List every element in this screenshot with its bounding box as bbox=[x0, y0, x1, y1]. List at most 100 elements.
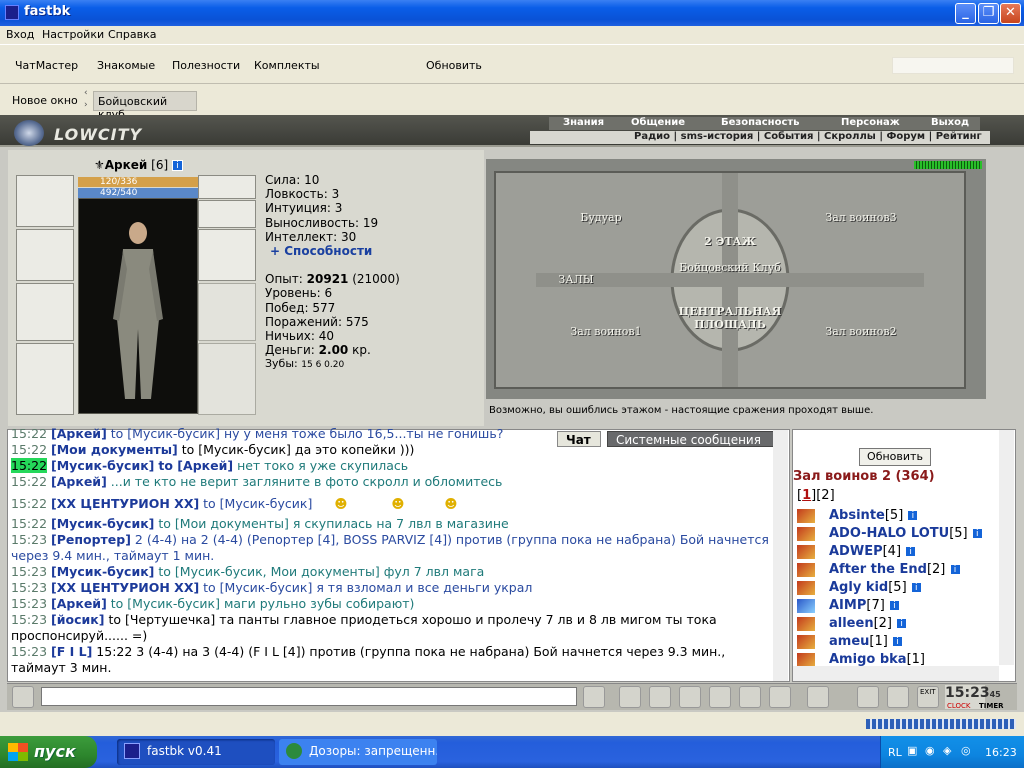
minimize-button[interactable]: _ bbox=[955, 3, 976, 24]
slot-shield[interactable] bbox=[198, 283, 256, 341]
map-room-hall2[interactable]: Зал воинов2 bbox=[806, 325, 916, 338]
slot-rings[interactable] bbox=[198, 200, 256, 228]
app-icon bbox=[5, 5, 19, 20]
nav-knowledge[interactable]: Знания bbox=[563, 117, 604, 128]
slot-earrings[interactable] bbox=[198, 175, 256, 199]
user-list-item[interactable]: ADWEP[4] i bbox=[797, 544, 917, 562]
user-list-item[interactable]: Amigo bka[1] bbox=[797, 652, 925, 666]
exit-icon[interactable]: EXIT bbox=[917, 686, 939, 708]
slot-gloves[interactable] bbox=[16, 229, 74, 281]
nav-security[interactable]: Безопасность bbox=[721, 117, 800, 128]
chat-message: 15:22 [Аркей] ...и те кто не верит загля… bbox=[11, 474, 503, 489]
toolbar-chatmaster[interactable]: ЧатМастер bbox=[15, 59, 78, 72]
users-hscrollbar[interactable] bbox=[793, 666, 999, 681]
chat-scrollbar[interactable] bbox=[773, 430, 788, 681]
user-list-item[interactable]: Absinte[5] i bbox=[797, 508, 919, 526]
attack-icon bbox=[797, 580, 815, 595]
attack-icon bbox=[797, 544, 815, 559]
stat-teeth: Зубы: 15 6 0.20 bbox=[265, 357, 345, 371]
menu-help[interactable]: Справка bbox=[108, 28, 156, 41]
translit-icon[interactable] bbox=[739, 686, 761, 708]
map-room-hall3[interactable]: Зал воинов3 bbox=[806, 211, 916, 224]
slot-amulet[interactable] bbox=[16, 175, 74, 227]
user-list-item[interactable]: AIMP[7] i bbox=[797, 598, 900, 616]
volume-icon[interactable]: ◉ bbox=[925, 744, 935, 757]
info-icon[interactable]: i bbox=[172, 160, 183, 171]
window-title: fastbk bbox=[24, 4, 71, 19]
tab-system-messages[interactable]: Системные сообщения bbox=[607, 431, 777, 447]
eye-icon[interactable]: ◎ bbox=[961, 744, 971, 757]
toolbar-sets[interactable]: Комплекты bbox=[254, 59, 320, 72]
chat-message: 15:23 [Репортер] 2 (4-4) на 2 (4-4) (Реп… bbox=[11, 532, 769, 563]
chat-message: 15:23 [Мусик-бусик] to [Мусик-бусик, Мои… bbox=[11, 564, 485, 579]
sound-icon[interactable] bbox=[769, 686, 791, 708]
user-list-item[interactable]: ADO-HALO LOTU[5] i bbox=[797, 526, 983, 544]
abilities-link[interactable]: + Способности bbox=[265, 244, 400, 258]
nav-character[interactable]: Персонаж bbox=[841, 117, 900, 128]
tab-fight-club[interactable]: Бойцовский клуб bbox=[93, 91, 197, 121]
network-icon[interactable]: ▣ bbox=[907, 744, 917, 757]
slot-bracers[interactable] bbox=[198, 229, 256, 281]
walk-icon[interactable] bbox=[709, 686, 731, 708]
map-room-boudoir[interactable]: Будуар bbox=[556, 211, 646, 224]
filter-icon[interactable] bbox=[649, 686, 671, 708]
chat-input[interactable] bbox=[41, 687, 577, 706]
room-users-panel: Обновить Зал воинов 2 (364) [1][2] Absin… bbox=[792, 429, 1016, 682]
toolbar-input[interactable] bbox=[892, 57, 1014, 74]
map-room-hall1[interactable]: Зал воинов1 bbox=[556, 325, 656, 338]
smiley-icon: ☻ bbox=[334, 496, 348, 511]
page-link[interactable]: 1 bbox=[802, 488, 811, 503]
toolbar-utilities[interactable]: Полезности bbox=[172, 59, 240, 72]
map-image: Будуар Зал воинов3 2 ЭТАЖ ЗАЛЫ Бойцовски… bbox=[494, 171, 966, 389]
language-indicator[interactable]: RL bbox=[888, 746, 902, 759]
user-list-item[interactable]: ameu[1] i bbox=[797, 634, 903, 652]
game-sub-menu[interactable]: Радио | sms-история | События | Скроллы … bbox=[530, 131, 990, 144]
close-button[interactable]: ✕ bbox=[1000, 3, 1021, 24]
task-fastbk[interactable]: fastbk v0.41 bbox=[117, 739, 275, 765]
user-list-item[interactable]: After the End[2] i bbox=[797, 562, 961, 580]
map-room-fight-club[interactable]: Бойцовский Клуб bbox=[672, 261, 788, 274]
logo-emblem-icon bbox=[14, 120, 44, 146]
slot-armor[interactable] bbox=[16, 343, 74, 415]
users-scrollbar[interactable] bbox=[999, 430, 1014, 665]
user-list-item[interactable]: alleen[2] i bbox=[797, 616, 908, 634]
progress-strip bbox=[866, 719, 1016, 729]
menu-login[interactable]: Вход bbox=[6, 28, 34, 41]
nav-communication[interactable]: Общение bbox=[631, 117, 685, 128]
chat-mode-icon[interactable] bbox=[12, 686, 34, 708]
eraser-icon[interactable] bbox=[619, 686, 641, 708]
window-titlebar: fastbk _ ❐ ✕ bbox=[0, 0, 1024, 26]
page-link[interactable]: 2 bbox=[821, 488, 829, 503]
toolbar-refresh[interactable]: Обновить bbox=[426, 59, 482, 72]
map-room-central-square[interactable]: ЦЕНТРАЛЬНАЯ ПЛОЩАДЬ bbox=[676, 305, 784, 331]
refresh-users-button[interactable]: Обновить bbox=[859, 448, 931, 466]
user-list-item[interactable]: Agly kid[5] i bbox=[797, 580, 922, 598]
logo-text: LOWCITY bbox=[54, 125, 143, 144]
tab-chat[interactable]: Чат bbox=[557, 431, 601, 447]
chat-message: 15:22 [Мусик-бусик] to [Мои документы] я… bbox=[11, 516, 509, 531]
new-window-tab[interactable]: Новое окно bbox=[12, 94, 78, 107]
send-icon[interactable] bbox=[583, 686, 605, 708]
chat-message: 15:23 [йосик] to [Чертушечка] та панты г… bbox=[11, 612, 717, 643]
info-icon: i bbox=[891, 636, 903, 647]
slot-legs[interactable] bbox=[198, 343, 256, 415]
start-button[interactable]: пуск bbox=[0, 736, 97, 768]
slot-weapon[interactable] bbox=[16, 283, 74, 341]
nav-exit[interactable]: Выход bbox=[931, 117, 969, 128]
maximize-button[interactable]: ❐ bbox=[978, 3, 999, 24]
toolbar-friends[interactable]: Знакомые bbox=[97, 59, 155, 72]
tab-scroll-arrows[interactable]: ‹ › bbox=[84, 87, 88, 111]
save-icon[interactable] bbox=[679, 686, 701, 708]
security-icon[interactable]: ◈ bbox=[943, 744, 951, 757]
attack-icon bbox=[797, 526, 815, 541]
character-name: ⚜Аркей [6] i bbox=[94, 158, 183, 172]
map-room-halls[interactable]: ЗАЛЫ bbox=[536, 273, 616, 286]
task-browser[interactable]: Дозоры: запрещенн... bbox=[279, 739, 437, 765]
timer-label: TIMER bbox=[979, 702, 1004, 710]
inventory-icon[interactable] bbox=[887, 686, 909, 708]
smiley-icon[interactable] bbox=[807, 686, 829, 708]
menu-settings[interactable]: Настройки bbox=[42, 28, 104, 41]
game-topnav: LOWCITY Знания Общение Безопасность Перс… bbox=[0, 115, 1024, 147]
game-frame: LOWCITY Знания Общение Безопасность Перс… bbox=[0, 115, 1024, 712]
bag-icon[interactable] bbox=[857, 686, 879, 708]
